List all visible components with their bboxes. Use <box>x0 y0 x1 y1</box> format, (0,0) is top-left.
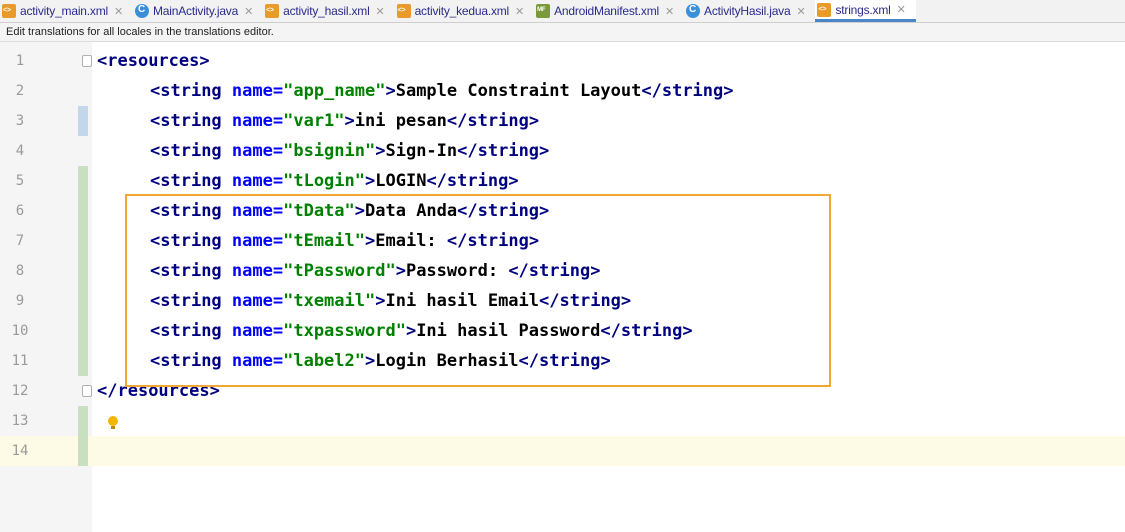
line-number: 9 <box>15 293 25 309</box>
code-text: <string name="var1">ini pesan</string> <box>150 111 540 131</box>
change-marker[interactable] <box>78 256 88 286</box>
tab-mainactivity-java[interactable]: MainActivity.java ✕ <box>133 0 263 22</box>
close-icon[interactable]: ✕ <box>897 3 906 16</box>
code-text: <string name="bsignin">Sign-In</string> <box>150 141 550 161</box>
tab-activityhasil-java[interactable]: ActivityHasil.java ✕ <box>684 0 815 22</box>
line-number: 14 <box>11 443 29 459</box>
change-marker[interactable] <box>78 346 88 376</box>
change-marker[interactable] <box>78 196 88 226</box>
code-line: 4 <string name="bsignin">Sign-In</string… <box>0 136 1125 166</box>
close-icon[interactable]: ✕ <box>665 5 674 18</box>
change-marker[interactable] <box>78 406 88 436</box>
tab-strings-xml[interactable]: strings.xml ✕ <box>815 0 916 22</box>
string-value: ini pesan <box>354 111 447 131</box>
fold-icon[interactable] <box>82 55 92 67</box>
tab-label: activity_main.xml <box>20 4 108 18</box>
tab-label: strings.xml <box>835 2 891 17</box>
change-marker[interactable] <box>78 316 88 346</box>
tag-name: resources <box>107 51 200 71</box>
code-text: <string name="tLogin">LOGIN</string> <box>150 171 519 191</box>
change-marker[interactable] <box>78 166 88 196</box>
change-marker[interactable] <box>78 226 88 256</box>
close-icon[interactable]: ✕ <box>114 5 123 18</box>
code-line: 1 <resources> <box>0 46 1125 76</box>
close-icon[interactable]: ✕ <box>244 5 253 18</box>
close-icon[interactable]: ✕ <box>515 5 524 18</box>
string-value: LOGIN <box>375 171 427 191</box>
lightbulb-icon[interactable] <box>108 416 118 429</box>
code-line-current: 14 <box>0 436 1125 466</box>
tag-name: string <box>160 171 222 191</box>
java-class-icon <box>686 4 701 18</box>
line-number: 11 <box>11 353 29 369</box>
attr-name: name= <box>231 111 284 131</box>
line-number: 13 <box>11 413 29 429</box>
manifest-file-icon <box>536 4 551 18</box>
tag-name: string <box>477 141 540 161</box>
tag-name: string <box>661 81 724 101</box>
change-marker[interactable] <box>78 436 88 466</box>
attr-name: name= <box>231 81 284 101</box>
close-icon[interactable]: ✕ <box>796 5 805 18</box>
line-number: 3 <box>15 113 25 129</box>
close-icon[interactable]: ✕ <box>376 5 385 18</box>
change-marker[interactable] <box>78 286 88 316</box>
banner-text: Edit translations for all locales in the… <box>6 26 274 38</box>
line-number: 6 <box>15 203 25 219</box>
code-text: <resources> <box>97 46 210 76</box>
change-marker[interactable] <box>78 106 88 136</box>
line-number: 10 <box>11 323 29 339</box>
tab-label: activity_hasil.xml <box>283 4 370 18</box>
line-number: 12 <box>11 383 29 399</box>
string-value: Sign-In <box>385 141 458 161</box>
tag-open-bracket: < <box>97 51 108 71</box>
code-line: 5 <string name="tLogin">LOGIN</string> <box>0 166 1125 196</box>
tab-label: MainActivity.java <box>153 4 239 18</box>
attr-value: "app_name" <box>283 81 386 101</box>
line-number: 7 <box>15 233 25 249</box>
code-line: 3 <string name="var1">ini pesan</string> <box>0 106 1125 136</box>
editor-tab-bar: activity_main.xml ✕ MainActivity.java ✕ … <box>0 0 1125 23</box>
tab-activity-main-xml[interactable]: activity_main.xml ✕ <box>0 0 133 22</box>
tag-open-bracket: </ <box>97 381 118 401</box>
line-number: 4 <box>15 143 25 159</box>
tag-name: string <box>160 81 222 101</box>
attr-name: name= <box>231 141 284 161</box>
tab-androidmanifest-xml[interactable]: AndroidManifest.xml ✕ <box>534 0 684 22</box>
code-editor[interactable]: 1 <resources> 2 <string name="app_name">… <box>0 42 1125 532</box>
string-value: Sample Constraint Layout <box>395 81 642 101</box>
tab-activity-kedua-xml[interactable]: activity_kedua.xml ✕ <box>395 0 534 22</box>
line-number: 2 <box>15 83 25 99</box>
tab-label: ActivityHasil.java <box>704 4 791 18</box>
java-class-icon <box>135 4 149 18</box>
code-line: 13 <box>0 406 1125 436</box>
attr-value: "tLogin" <box>283 171 365 191</box>
annotation-highlight-box <box>125 194 831 387</box>
attr-name: name= <box>231 171 284 191</box>
tag-name: string <box>446 171 509 191</box>
code-line: 2 <string name="app_name">Sample Constra… <box>0 76 1125 106</box>
line-number: 8 <box>15 263 25 279</box>
tag-name: string <box>160 111 222 131</box>
xml-file-icon <box>396 4 411 18</box>
xml-file-icon <box>2 4 16 18</box>
attr-value: "bsignin" <box>283 141 376 161</box>
tab-label: AndroidManifest.xml <box>554 4 659 18</box>
tab-label: activity_kedua.xml <box>414 4 510 18</box>
tag-name: string <box>160 141 222 161</box>
attr-value: "var1" <box>283 111 345 131</box>
code-text: <string name="app_name">Sample Constrain… <box>150 81 734 101</box>
line-number: 5 <box>15 173 25 189</box>
fold-icon[interactable] <box>82 385 92 397</box>
tag-name: string <box>467 111 529 131</box>
line-number: 1 <box>15 53 25 69</box>
xml-file-icon <box>817 2 832 17</box>
tab-activity-hasil-xml[interactable]: activity_hasil.xml ✕ <box>263 0 394 22</box>
tag-close-bracket: > <box>199 51 210 71</box>
xml-file-icon <box>265 4 280 18</box>
translations-editor-banner: Edit translations for all locales in the… <box>0 23 1125 42</box>
